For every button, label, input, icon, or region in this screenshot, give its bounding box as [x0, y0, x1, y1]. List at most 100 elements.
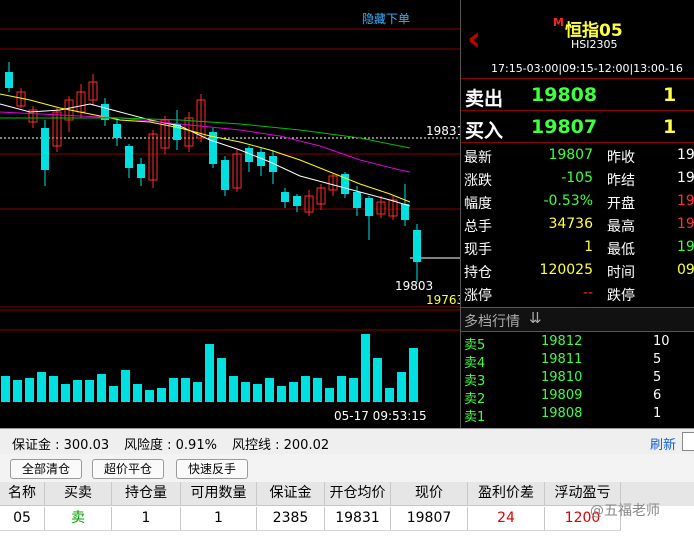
depth-volume: 10 [653, 334, 670, 349]
depth-row[interactable]: 卖2 19809 6 [461, 387, 694, 407]
sell-price: 19808 [531, 84, 598, 106]
column-header[interactable]: 保证金 [257, 482, 325, 506]
column-header[interactable]: 开仓均价 [325, 482, 391, 506]
stat-value: 19 [677, 239, 694, 255]
candle-body [41, 128, 49, 170]
volume-bar [145, 390, 154, 402]
column-header[interactable]: 名称 [0, 482, 45, 506]
table-cell: 卖 [45, 507, 112, 531]
refresh-button[interactable]: 刷新 [650, 434, 676, 453]
table-cell: 1 [112, 507, 181, 531]
stat-label: 最新 [464, 150, 492, 166]
margin-text: 保证金 : 300.03 [12, 438, 110, 453]
buy-label: 买入 [465, 120, 504, 142]
stat-value: 120025 [539, 262, 593, 278]
candle-body [125, 146, 133, 168]
volume-bar [49, 376, 58, 402]
stat-label: 昨收 [607, 150, 635, 166]
depth-price: 19811 [541, 352, 583, 367]
close-all-button[interactable]: 全部清仓 [10, 459, 82, 479]
stat-label: 昨结 [607, 173, 635, 189]
volume-bar [133, 384, 142, 402]
stat-value: 19 [677, 216, 694, 232]
sell-row[interactable]: 卖出 19808 1 [461, 80, 694, 111]
chevron-left-icon[interactable]: ‹ [467, 22, 481, 56]
depth-section-header[interactable]: 多档行情 ⇊ [461, 307, 694, 332]
candle-body [281, 192, 289, 202]
volume-bar [61, 384, 70, 402]
volume-bar [205, 344, 214, 402]
buy-volume: 1 [663, 116, 677, 138]
double-chevron-down-icon[interactable]: ⇊ [529, 309, 542, 327]
volume-bar [85, 380, 94, 402]
stat-label: 持仓 [464, 265, 492, 281]
stat-row: 现手 1 最低 19 [461, 236, 694, 259]
table-cell: 19831 [325, 507, 391, 531]
stat-row: 涨跌 -105 昨结 19 [461, 167, 694, 190]
candle-body [113, 124, 121, 138]
kline-chart[interactable]: 隐藏下单 19831 19803 19763 05-17 09:53:15 [0, 0, 460, 428]
table-cell: 19807 [391, 507, 468, 531]
candle-body [413, 230, 421, 262]
checkbox[interactable] [682, 432, 694, 451]
volume-bar [1, 376, 10, 402]
column-header[interactable]: 持仓量 [112, 482, 181, 506]
volume-bar [313, 378, 322, 402]
stat-value: -105 [561, 170, 593, 186]
stat-value: 1 [584, 239, 593, 255]
account-info-bar: 保证金 : 300.03 风险度 : 0.91% 风控线 : 200.02 刷新 [0, 428, 694, 455]
volume-bar [169, 378, 178, 402]
quote-header: ‹ M 恒指05 HSI2305 17:15-03:00|09:15-12:00… [461, 0, 694, 79]
depth-volume: 5 [653, 370, 662, 385]
stat-value: 19 [677, 193, 694, 209]
chart-timestamp: 05-17 09:53:15 [334, 409, 427, 423]
volume-bar [181, 378, 190, 402]
depth-row[interactable]: 卖3 19810 5 [461, 369, 694, 389]
quick-reverse-button[interactable]: 快速反手 [176, 459, 248, 479]
hide-orders-button[interactable]: 隐藏下单 [362, 12, 410, 26]
stat-label: 最高 [607, 219, 635, 235]
quote-panel: ‹ M 恒指05 HSI2305 17:15-03:00|09:15-12:00… [460, 0, 694, 428]
column-header[interactable]: 盈利价差 [468, 482, 545, 506]
volume-bar [397, 372, 406, 402]
super-close-button[interactable]: 超价平仓 [92, 459, 164, 479]
action-bar: 全部清仓 超价平仓 快速反手 [0, 454, 694, 482]
volume-bar [361, 334, 370, 402]
column-header[interactable]: 买卖 [45, 482, 112, 506]
candle-body [5, 72, 13, 88]
stat-value: 19807 [548, 147, 593, 163]
depth-row[interactable]: 卖5 19812 10 [461, 333, 694, 353]
buy-row[interactable]: 买入 19807 1 [461, 112, 694, 143]
stat-label: 涨跌 [464, 173, 492, 189]
candle-body [365, 198, 373, 216]
stat-row: 涨停 -- 跌停 [461, 282, 694, 305]
volume-bar [301, 376, 310, 402]
volume-bar [289, 382, 298, 402]
volume-bar [229, 376, 238, 402]
table-cell: 05 [0, 507, 45, 531]
risk-line-text: 风控线 : 200.02 [232, 438, 330, 453]
depth-price: 19812 [541, 334, 583, 349]
volume-bar [265, 378, 274, 402]
stat-label: 现手 [464, 242, 492, 258]
low-price-label: 19803 [395, 279, 433, 293]
candle-body [293, 196, 301, 206]
depth-price: 19808 [541, 406, 583, 421]
depth-volume: 6 [653, 388, 662, 403]
stat-label: 跌停 [607, 288, 635, 304]
volume-bar [73, 380, 82, 402]
depth-row[interactable]: 卖4 19811 5 [461, 351, 694, 371]
stat-label: 涨停 [464, 288, 492, 304]
volume-bar [277, 386, 286, 402]
volume-bar [325, 388, 334, 402]
column-header[interactable]: 可用数量 [181, 482, 257, 506]
column-header[interactable]: 现价 [391, 482, 468, 506]
stat-value: 19 [677, 170, 694, 186]
stat-value: -- [582, 285, 593, 301]
depth-price: 19810 [541, 370, 583, 385]
volume-bar [121, 370, 130, 402]
stat-label: 时间 [607, 265, 635, 281]
depth-volume: 1 [653, 406, 662, 421]
volume-bar [241, 382, 250, 402]
depth-row[interactable]: 卖1 19808 1 [461, 405, 694, 425]
